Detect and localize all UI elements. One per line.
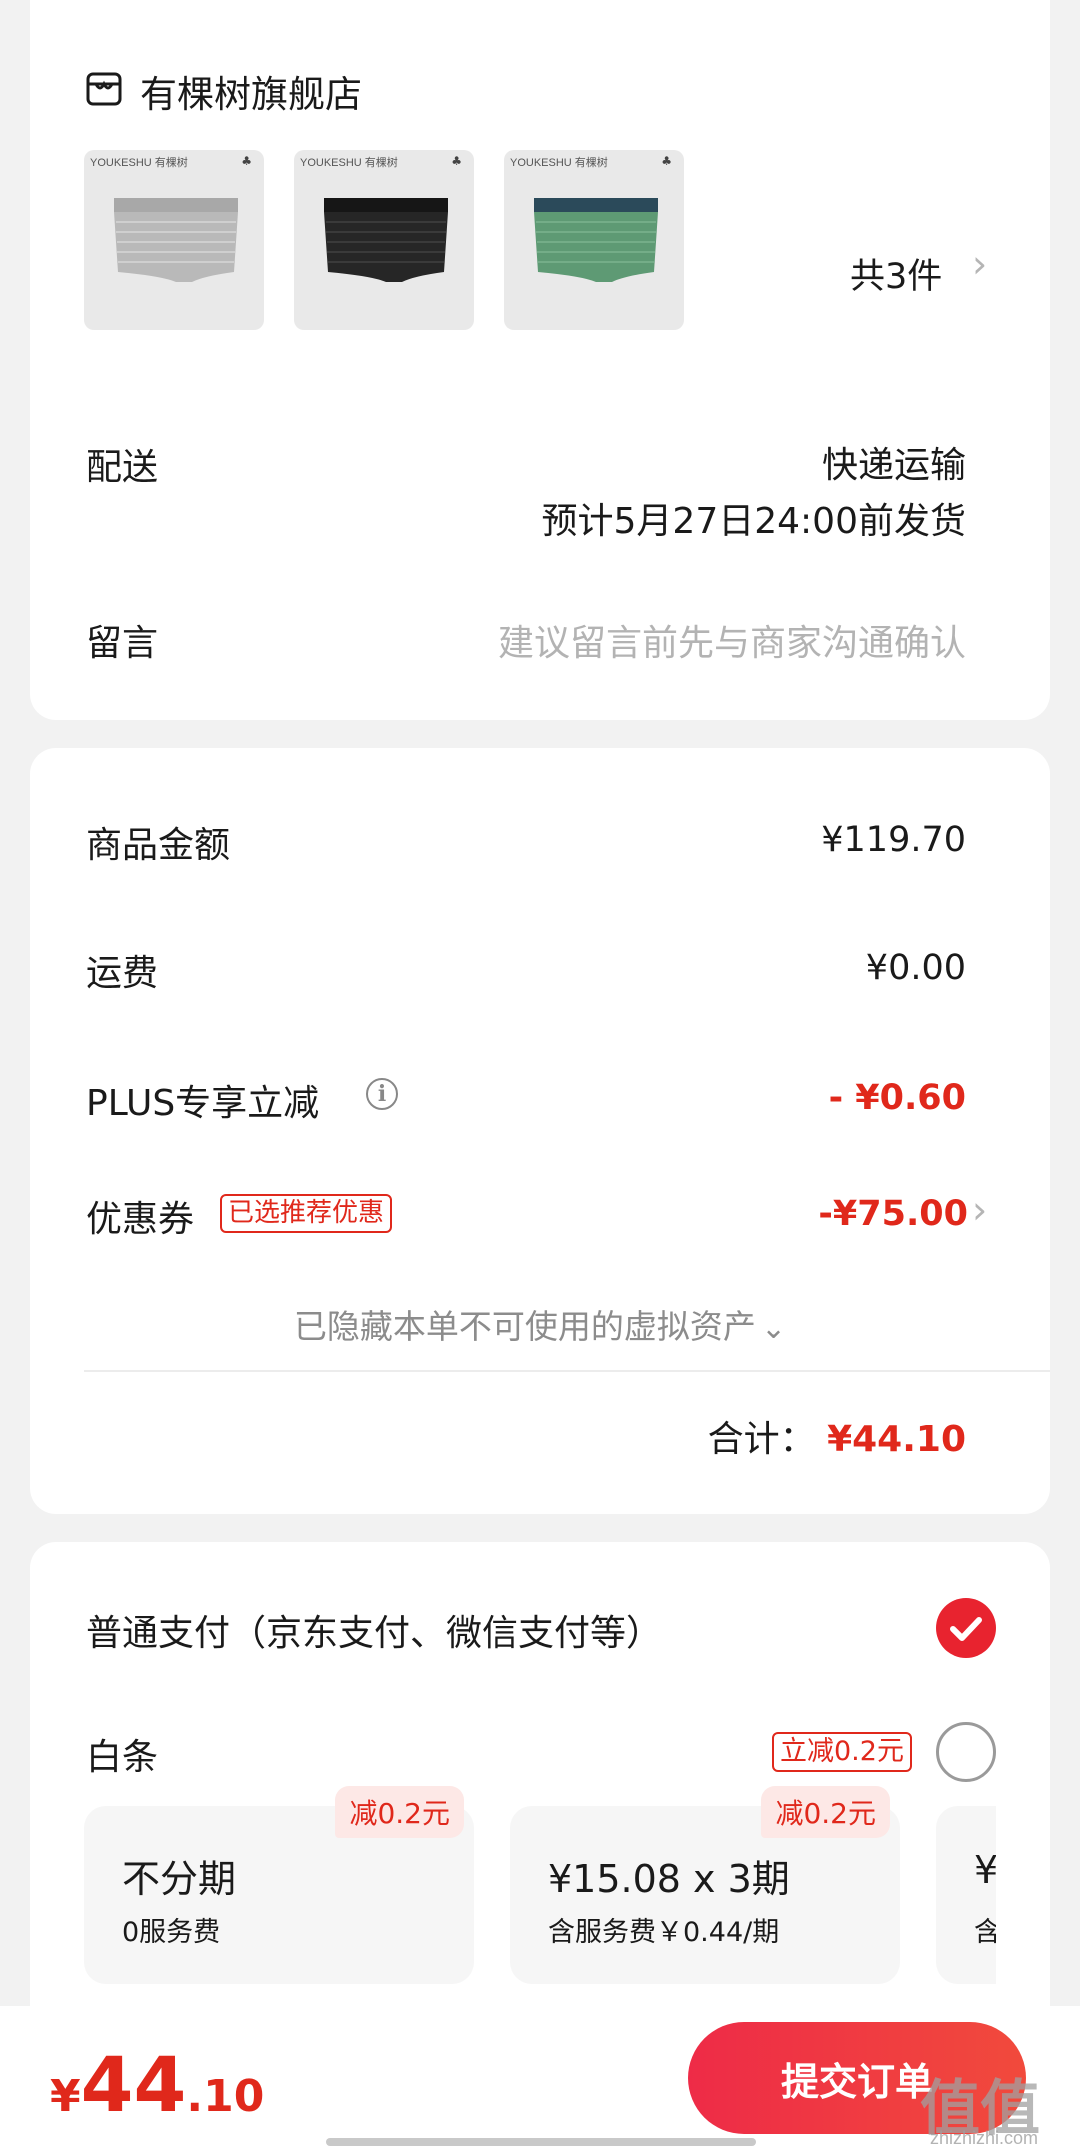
item-count[interactable]: 共3件: [850, 248, 942, 299]
plan-sub: 0服务费: [122, 1917, 221, 1948]
plan-sub: 含: [974, 1917, 996, 1948]
plan-badge: 减0.2元: [335, 1786, 464, 1838]
installment-plans: 减0.2元 不分期 0服务费 减0.2元 ¥15.08 x 3期 含服务费￥0.…: [30, 1542, 996, 2062]
underwear-image: [114, 198, 238, 282]
shipping-label: 运费: [86, 953, 159, 994]
coupon-label: 优惠券: [86, 1199, 195, 1240]
store-icon: [86, 72, 122, 106]
delivery-method[interactable]: 快递运输: [822, 436, 966, 488]
chevron-down-icon: ⌄: [760, 1311, 787, 1346]
order-store-card: 有棵树旗舰店 YOUKESHU 有棵树 ♣ YOUKESHU 有棵树 ♣ YOU…: [30, 0, 1050, 720]
store-name[interactable]: 有棵树旗舰店: [140, 64, 362, 118]
underwear-image: [534, 198, 658, 282]
message-input[interactable]: 建议留言前先与商家沟通确认: [498, 614, 966, 666]
delivery-eta: 预计5月27日24:00前发货: [541, 501, 966, 542]
underwear-image: [324, 198, 448, 282]
plan-option-2[interactable]: 减0.2元 ¥15.08 x 3期 含服务费￥0.44/期: [510, 1786, 900, 1984]
price-int: 44: [80, 2040, 187, 2129]
shipping-value: ¥0.00: [865, 948, 966, 988]
chevron-right-icon[interactable]: ›: [972, 242, 987, 286]
coupon-tag: 已选推荐优惠: [220, 1194, 393, 1234]
plan-sub: 含服务费￥0.44/期: [548, 1917, 780, 1948]
plan-title: ¥: [974, 1848, 996, 1892]
plan-title: ¥15.08 x 3期: [548, 1857, 790, 1901]
total-value: ¥44.10: [827, 1419, 966, 1460]
delivery-label: 配送: [86, 447, 159, 488]
plus-discount-value: - ¥0.60: [828, 1078, 966, 1118]
watermark-url: zhizhizhi.com: [930, 2128, 1039, 2148]
total-row: 合计： ¥44.10: [708, 1410, 966, 1462]
hidden-assets-toggle[interactable]: 已隐藏本单不可使用的虚拟资产 ⌄: [30, 1300, 1050, 1348]
plan-title: 不分期: [122, 1857, 237, 1901]
chevron-right-icon[interactable]: ›: [972, 1188, 987, 1232]
info-icon[interactable]: i: [366, 1078, 398, 1110]
price-summary-card: 商品金额 ¥119.70 运费 ¥0.00 PLUS专享立减 i - ¥0.60…: [30, 748, 1050, 1514]
goods-amount-label: 商品金额: [86, 825, 231, 866]
footer-price: ¥44.10: [50, 2040, 264, 2129]
total-label: 合计：: [707, 1419, 816, 1460]
product-thumb-3[interactable]: YOUKESHU 有棵树 ♣: [504, 150, 684, 330]
submit-order-label: 提交订单: [780, 2059, 933, 2104]
hidden-assets-text: 已隐藏本单不可使用的虚拟资产: [293, 1307, 756, 1346]
plan-option-3[interactable]: ¥ 含: [936, 1806, 996, 1984]
plan-badge: 减0.2元: [761, 1786, 890, 1838]
payment-card: 普通支付（京东支付、微信支付等） 白条 立减0.2元 减0.2元 不分期 0服务…: [30, 1542, 1050, 2062]
price-dec: .10: [186, 2071, 265, 2122]
coupon-value[interactable]: -¥75.00: [818, 1194, 968, 1234]
plus-discount-label: PLUS专享立减: [86, 1083, 320, 1124]
plan-option-1[interactable]: 减0.2元 不分期 0服务费: [84, 1786, 474, 1984]
divider: [84, 1370, 1050, 1372]
home-indicator[interactable]: [326, 2138, 756, 2146]
message-label: 留言: [86, 623, 159, 664]
product-thumb-1[interactable]: YOUKESHU 有棵树 ♣: [84, 150, 264, 330]
price-symbol: ¥: [50, 2071, 81, 2122]
product-thumb-2[interactable]: YOUKESHU 有棵树 ♣: [294, 150, 474, 330]
goods-amount-value: ¥119.70: [821, 820, 966, 860]
